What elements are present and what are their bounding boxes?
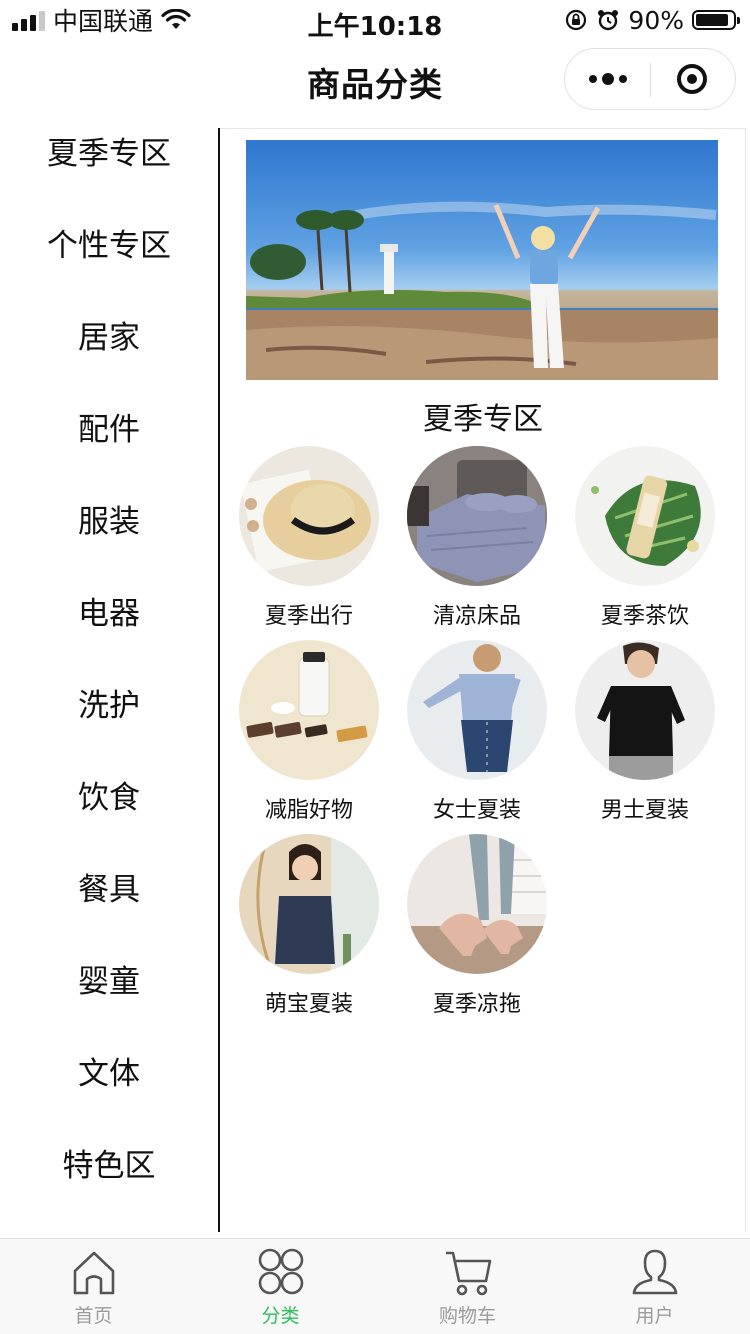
- product-label: 男士夏装: [600, 798, 689, 823]
- sandals-image: [407, 834, 547, 974]
- home-icon: [73, 1251, 115, 1295]
- tab-label: 购物车: [438, 1305, 496, 1327]
- tab-home[interactable]: 首页: [0, 1239, 187, 1334]
- product-label: 清凉床品: [432, 604, 521, 629]
- target-icon: [677, 64, 707, 94]
- category-sidebar: 夏季专区 个性专区 居家 配件 服装 电器 洗护 饮食 餐具 婴童 文体 特色区: [0, 128, 218, 1232]
- tab-category[interactable]: 分类: [187, 1239, 374, 1334]
- product-label: 萌宝夏装: [264, 992, 353, 1017]
- sidebar-item-home[interactable]: 居家: [0, 288, 218, 380]
- tab-user[interactable]: 用户: [561, 1239, 748, 1334]
- snack-bar-image: [239, 640, 379, 780]
- mini-program-capsule: [564, 48, 736, 110]
- user-icon: [632, 1249, 678, 1295]
- status-right: 90%: [564, 5, 740, 35]
- battery-fill: [696, 14, 729, 26]
- tab-bar: 首页 分类 购物车 用户: [0, 1238, 750, 1334]
- product-label: 减脂好物: [264, 798, 353, 823]
- sidebar-item-summer[interactable]: 夏季专区: [0, 104, 218, 196]
- battery-icon: [692, 10, 740, 30]
- tab-label: 分类: [261, 1305, 300, 1327]
- close-program-button[interactable]: [649, 49, 735, 109]
- screen: 中国联通 上午10:18 90% 商品分类 夏季专区 个性专区 居家 配件 服装…: [0, 0, 750, 1334]
- sidebar-item-clothing[interactable]: 服装: [0, 472, 218, 564]
- mens-tee-image: [575, 640, 715, 780]
- sidebar-item-baby[interactable]: 婴童: [0, 932, 218, 1024]
- bedding-image: [407, 446, 547, 586]
- grid-icon: [258, 1248, 304, 1295]
- sidebar-item-stationery[interactable]: 文体: [0, 1024, 218, 1116]
- sidebar-item-appliances[interactable]: 电器: [0, 564, 218, 656]
- more-dot-icon: [619, 75, 627, 83]
- sidebar-item-tableware[interactable]: 餐具: [0, 840, 218, 932]
- section-title: 夏季专区: [423, 402, 543, 437]
- sidebar-item-care[interactable]: 洗护: [0, 656, 218, 748]
- kids-wear-image: [239, 834, 379, 974]
- product-label: 夏季茶饮: [600, 604, 689, 629]
- summer-banner[interactable]: [246, 140, 718, 380]
- tab-cart[interactable]: 购物车: [374, 1239, 561, 1334]
- status-bar: 中国联通 上午10:18 90%: [0, 0, 750, 42]
- sidebar-item-food[interactable]: 饮食: [0, 748, 218, 840]
- more-button[interactable]: [565, 49, 651, 109]
- tab-label: 首页: [74, 1305, 113, 1327]
- womens-shirt-image: [407, 640, 547, 780]
- alarm-icon: [598, 10, 619, 31]
- tab-label: 用户: [635, 1305, 674, 1327]
- sidebar-item-personal[interactable]: 个性专区: [0, 196, 218, 288]
- straw-hat-image: [239, 446, 379, 586]
- battery-label: 90%: [628, 5, 684, 35]
- product-label: 夏季凉拖: [432, 992, 521, 1017]
- product-label: 夏季出行: [264, 604, 353, 629]
- ginger-ale-image: [575, 446, 715, 586]
- sidebar-item-specialty[interactable]: 特色区: [0, 1116, 218, 1208]
- cart-icon: [446, 1251, 492, 1296]
- more-dot-icon: [589, 75, 597, 83]
- beach-scene-image: [246, 201, 718, 380]
- orientation-lock-icon: [566, 9, 587, 31]
- more-dot-icon: [602, 73, 614, 85]
- product-label: 女士夏装: [432, 798, 521, 823]
- sidebar-item-accessories[interactable]: 配件: [0, 380, 218, 472]
